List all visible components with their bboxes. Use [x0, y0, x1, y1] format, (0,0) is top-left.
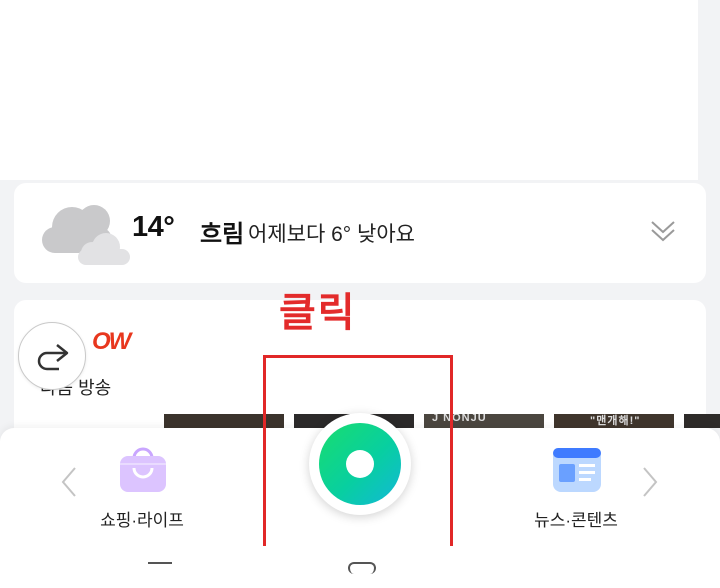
cloudy-weather-icon — [38, 195, 130, 270]
news-contents-label[interactable]: 뉴스·콘텐츠 — [520, 506, 632, 531]
next-arrow-icon[interactable] — [641, 466, 659, 503]
expand-chevron-icon[interactable] — [650, 219, 676, 248]
news-content-icon[interactable] — [551, 446, 603, 499]
weather-condition: 흐림 — [200, 221, 245, 248]
news-thumbnail[interactable] — [684, 414, 720, 428]
click-highlight-box — [263, 355, 453, 552]
nav-menu-icon[interactable] — [148, 562, 172, 570]
news-logo-fragment: OW — [92, 328, 131, 355]
weather-comparison: 어제보다 6° 낮아요 — [248, 223, 415, 246]
click-annotation-label: 클릭 — [279, 291, 357, 335]
share-arrow-icon — [37, 344, 69, 371]
weather-card[interactable]: 14° 흐림 어제보다 6° 낮아요 — [14, 183, 706, 283]
top-side-gap — [698, 0, 720, 180]
nav-home-icon[interactable] — [348, 562, 376, 574]
news-thumbnail[interactable]: "맨개해!" — [554, 414, 674, 428]
share-button[interactable] — [18, 322, 86, 390]
top-content-area — [0, 0, 698, 180]
shopping-life-label[interactable]: 쇼핑·라이프 — [86, 506, 198, 531]
prev-arrow-icon[interactable] — [60, 466, 78, 503]
temperature-value: 14° — [132, 211, 175, 243]
shopping-bag-icon[interactable] — [116, 446, 170, 499]
